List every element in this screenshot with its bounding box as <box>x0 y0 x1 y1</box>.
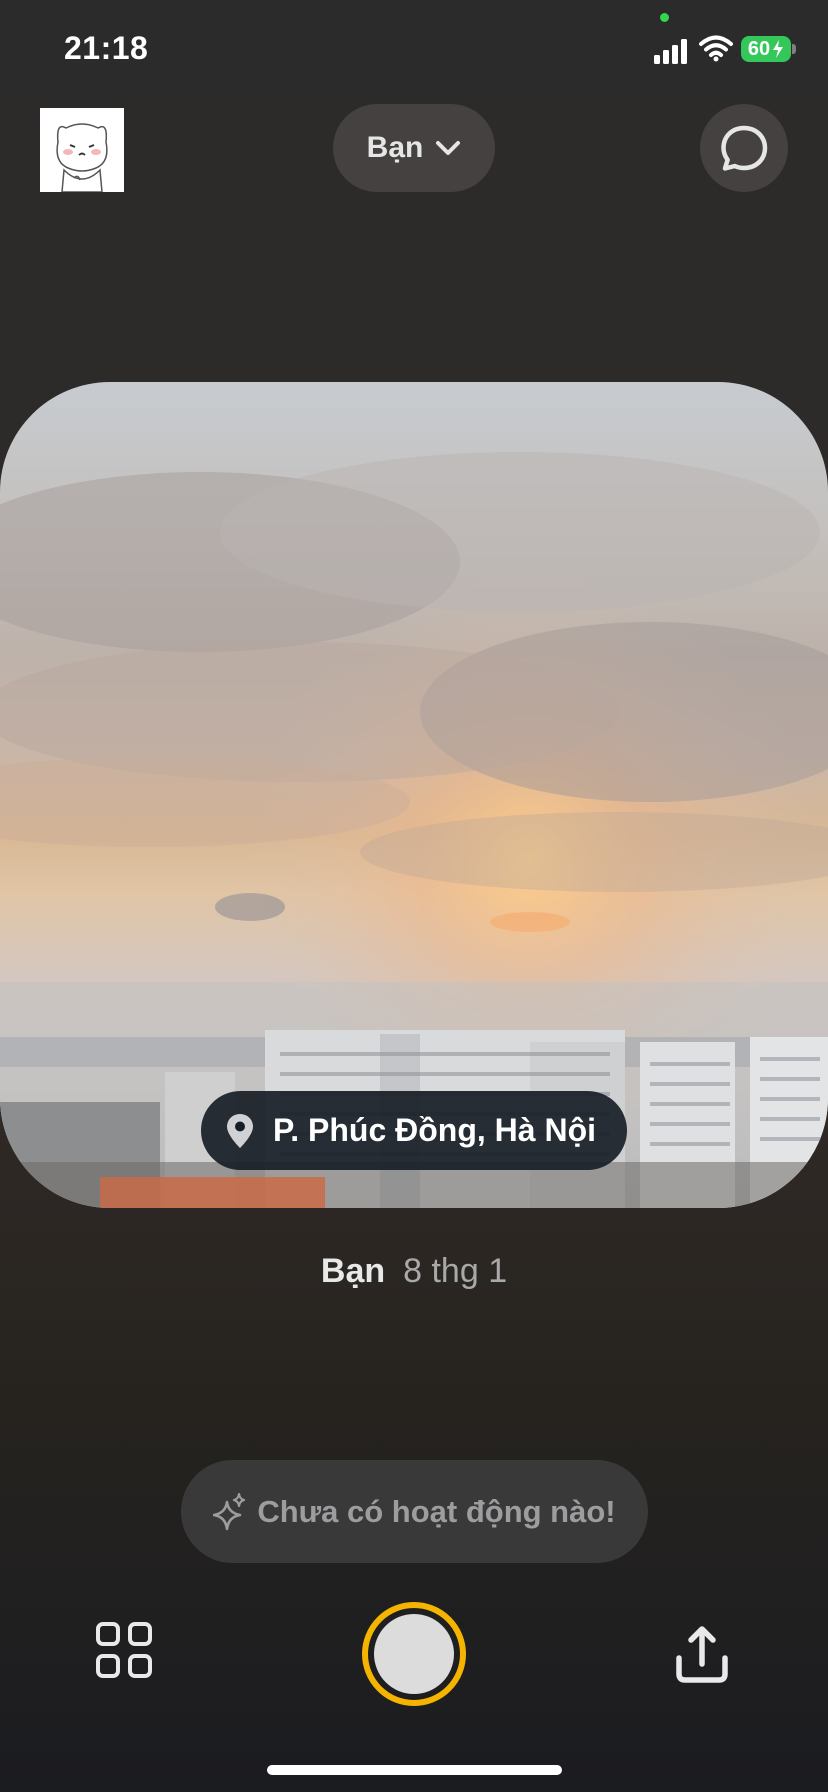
location-pin-icon <box>227 1113 253 1148</box>
wifi-icon <box>699 34 733 62</box>
battery-level: 60 <box>747 37 771 60</box>
battery-cap <box>792 44 796 54</box>
share-icon[interactable] <box>671 1624 733 1686</box>
audience-label: Bạn <box>366 131 424 164</box>
status-time: 21:18 <box>64 30 149 66</box>
signal-icon <box>654 38 688 64</box>
chat-button[interactable] <box>700 104 788 192</box>
home-indicator[interactable] <box>267 1765 562 1775</box>
grid-icon[interactable] <box>96 1622 156 1682</box>
photo-card[interactable] <box>0 382 828 1208</box>
location-tag[interactable]: P. Phúc Đồng, Hà Nội <box>201 1091 627 1170</box>
sparkle-icon <box>213 1492 246 1530</box>
shutter-button[interactable] <box>362 1602 466 1706</box>
privacy-indicator-dot <box>660 13 669 22</box>
activity-button[interactable]: Chưa có hoạt động nào! <box>181 1460 648 1563</box>
location-text: P. Phúc Đồng, Hà Nội <box>273 1112 596 1148</box>
post-caption: Bạn 8 thg 1 <box>0 1252 828 1291</box>
avatar[interactable] <box>40 108 124 192</box>
sunset-photo <box>0 382 828 1208</box>
chat-bubble-icon <box>721 125 768 171</box>
chevron-down-icon <box>436 141 461 155</box>
audience-selector[interactable]: Bạn <box>333 104 495 192</box>
battery-charging-icon: 60 <box>741 36 791 62</box>
shutter-inner <box>374 1614 454 1694</box>
activity-text: Chưa có hoạt động nào! <box>257 1493 616 1529</box>
post-date: 8 thg 1 <box>403 1252 508 1290</box>
post-author[interactable]: Bạn <box>321 1252 385 1290</box>
